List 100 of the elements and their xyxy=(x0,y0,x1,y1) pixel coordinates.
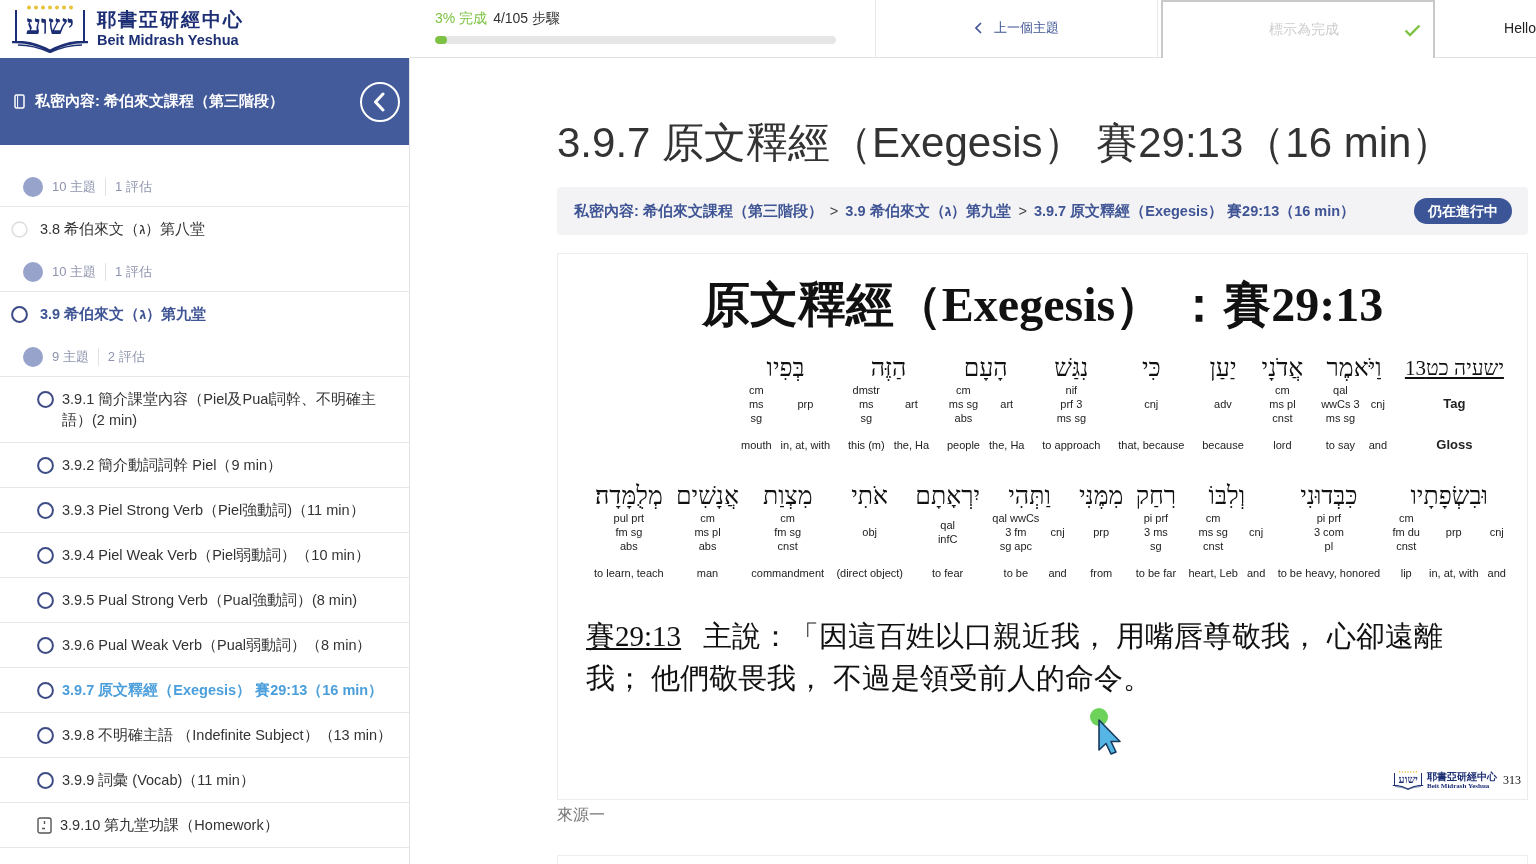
gloss-text: because xyxy=(1202,438,1244,452)
grammar-tag: cm fm du cnst xyxy=(1392,511,1420,553)
grammar-tag: cm ms sg xyxy=(748,383,764,425)
breadcrumb-separator: > xyxy=(1018,203,1027,219)
topic-count: 10 主題 xyxy=(52,177,97,196)
gloss-text: this (m) xyxy=(847,438,885,452)
status-badge: 仍在進行中 xyxy=(1414,198,1512,224)
topic-link[interactable]: 3.9.1 簡介課堂內容（Piel及Pual詞幹、不明確主語）(2 min) xyxy=(62,388,401,431)
status-ring-icon xyxy=(11,221,28,238)
gloss-text: (direct object) xyxy=(836,566,903,580)
course-title: 私密內容: 希伯來文課程（第三階段） xyxy=(35,92,285,111)
collapse-button[interactable] xyxy=(360,81,400,122)
gloss-text: the, Ha xyxy=(893,438,930,452)
verse-text: 賽29:13 主說：「因這百姓以口親近我， 用嘴唇尊敬我， 心卻遠離我； 他們敬畏我， 不過是領受前人的命令。 xyxy=(586,619,1444,696)
gloss-text: that, because xyxy=(1118,438,1185,452)
gloss-text: in, at, with xyxy=(1429,566,1479,580)
progress-dot-icon xyxy=(23,261,43,282)
topic-link[interactable]: 3.9.3 Piel Strong Verb（Piel強動詞)（11 min） xyxy=(62,499,365,521)
grammar-tag: qal wwCs 3 fm sg apc xyxy=(992,511,1040,553)
grammar-tag: prp xyxy=(1445,525,1462,539)
gloss-text: the, Ha xyxy=(989,438,1025,452)
hebrew-word: אֲנָשִׁים xyxy=(676,482,739,510)
grammar-tag: cnj xyxy=(1050,525,1065,539)
topic-link[interactable]: 3.9.4 Piel Weak Verb（Piel弱動詞）（10 min） xyxy=(62,544,370,566)
hebrew-word: נִגַּשׁ xyxy=(1054,354,1089,382)
hebrew-word: הַזֶּה xyxy=(870,354,907,382)
grammar-tag: adv xyxy=(1214,397,1232,411)
status-ring-icon xyxy=(37,771,54,789)
checkmark-icon xyxy=(1404,23,1421,37)
logo-subtitle: Beit Midrash Yeshua xyxy=(97,31,240,50)
topic-link[interactable]: 3.9.2 簡介動詞詞幹 Piel（9 min） xyxy=(62,454,282,476)
grammar-tag: pul prt fm sg abs xyxy=(613,511,645,553)
grammar-tag: pi prf 3 ms sg xyxy=(1143,511,1169,553)
gloss-text: commandment xyxy=(751,566,825,580)
logo-mark: ישוע xyxy=(14,9,86,41)
topic-link[interactable]: 3.9.9 詞彙 (Vocab)（11 min） xyxy=(62,769,255,791)
chevron-left-icon xyxy=(974,21,982,34)
greeting-text: Hello xyxy=(1504,19,1536,36)
verse-reference: ישעיה כט13 xyxy=(1404,355,1504,382)
hebrew-word: אֹתִי xyxy=(851,482,889,510)
lesson-title[interactable]: 3.9 希伯來文（ג）第九堂 xyxy=(40,305,207,324)
gloss-text: to fear xyxy=(932,566,964,580)
grammar-tag: cm ms pl abs xyxy=(694,511,721,553)
source-label: 來源一 xyxy=(557,805,606,825)
hebrew-word: כִּבְּדוּנִי xyxy=(1300,482,1358,510)
topic-count: 9 主題 xyxy=(52,347,89,366)
lesson-title[interactable]: 3.8 希伯來文（ג）第八堂 xyxy=(40,220,206,239)
hebrew-word: מְלֻמָּדָה׃ xyxy=(595,482,663,510)
grammar-tag: obj xyxy=(862,525,878,539)
cursor-icon xyxy=(1087,706,1123,756)
row-label: Gloss xyxy=(1436,438,1473,452)
topic-count: 10 主題 xyxy=(52,262,97,281)
hebrew-word: וְלִבּוֹ xyxy=(1208,482,1246,510)
status-ring-icon xyxy=(37,501,54,519)
grammar-tag: cnj xyxy=(1249,525,1264,539)
grammar-tag: cm fm sg cnst xyxy=(774,511,802,553)
status-ring-icon xyxy=(37,636,54,654)
hebrew-word: הָעָם xyxy=(963,354,1008,382)
gloss-text: to be far xyxy=(1135,566,1177,580)
page-title: 3.9.7 原文釋經（Exegesis） 賽29:13（16 min） xyxy=(557,118,1455,168)
gloss-text: to be xyxy=(1003,566,1029,580)
book-icon xyxy=(10,41,90,53)
gloss-text: mouth xyxy=(741,438,772,452)
grammar-tag: cm ms sg cnst xyxy=(1198,511,1228,553)
dots-icon xyxy=(25,4,75,10)
topic-link[interactable]: 3.9.10 第九堂功課（Homework） xyxy=(60,814,279,836)
hebrew-word: וּבִשְׂפָתָיו xyxy=(1410,482,1488,510)
topic-link[interactable]: 3.9.6 Pual Weak Verb（Pual弱動詞）（8 min） xyxy=(62,634,372,656)
grammar-tag: qal infC xyxy=(937,518,958,546)
gloss-text: man xyxy=(696,566,719,580)
gloss-text: to be heavy, honored xyxy=(1277,566,1381,580)
assessment-count: 1 評估 xyxy=(105,177,152,196)
assessment-count: 1 評估 xyxy=(105,262,152,281)
breadcrumb-link[interactable]: 私密內容: 希伯來文課程（第三階段） xyxy=(574,201,823,221)
breadcrumb-link[interactable]: 3.9 希伯來文（ג）第九堂 xyxy=(845,201,1012,221)
row-label: Tag xyxy=(1443,397,1466,411)
topic-link[interactable]: 3.9.5 Pual Strong Verb（Pual強動詞）(8 min) xyxy=(62,589,358,611)
grammar-tag: cm ms sg abs xyxy=(948,383,979,425)
progress-dot-icon xyxy=(23,176,43,197)
gloss-text: lip xyxy=(1400,566,1412,580)
hebrew-word: וַיֹּאמֶר xyxy=(1326,354,1382,382)
grammar-tag: prp xyxy=(797,397,814,411)
status-ring-icon xyxy=(37,726,54,744)
hebrew-word: וַתְּהִי xyxy=(1008,482,1051,510)
progress-steps: 4/105 步驟 xyxy=(493,10,561,27)
grammar-tag: cm ms pl cnst xyxy=(1269,383,1296,425)
logo-name: 耶書亞研經中心 xyxy=(97,8,244,32)
grammar-tag: art xyxy=(904,397,918,411)
breadcrumb-link[interactable]: 3.9.7 原文釋經（Exegesis） 賽29:13（16 min） xyxy=(1033,201,1356,221)
book-icon xyxy=(1392,785,1425,790)
grammar-tag: nif prf 3 ms sg xyxy=(1056,383,1086,425)
grammar-tag: pi prf 3 com pl xyxy=(1313,511,1344,553)
hebrew-word: אֲדֹנָי xyxy=(1261,354,1304,382)
topic-link[interactable]: 3.9.8 不明確主語 （Indefinite Subject）（13 min） xyxy=(62,724,393,746)
grammar-tag: dmstr ms sg xyxy=(852,383,881,425)
status-ring-icon xyxy=(37,591,54,609)
gloss-text: and xyxy=(1246,566,1266,580)
hebrew-word: כִּי xyxy=(1141,354,1161,382)
grammar-tag: qal wwCs 3 ms sg xyxy=(1321,383,1360,425)
notebook-icon xyxy=(14,94,25,109)
